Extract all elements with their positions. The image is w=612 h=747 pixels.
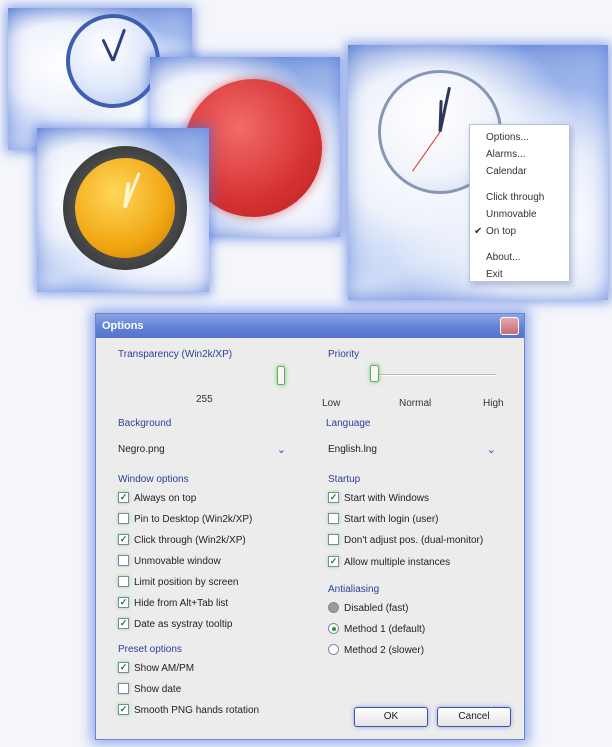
smooth-hands-checkbox[interactable]: ✓ Smooth PNG hands rotation <box>118 703 259 720</box>
menu-separator <box>470 180 569 189</box>
dialog-title: Options <box>96 314 524 338</box>
check-icon: ✓ <box>118 661 129 673</box>
priority-slider-thumb[interactable] <box>370 365 379 382</box>
chevron-down-icon: ⌄ <box>486 444 496 456</box>
hide-alt-tab-checkbox[interactable]: ✓ Hide from Alt+Tab list <box>118 596 228 613</box>
cancel-button[interactable]: Cancel <box>437 707 511 727</box>
close-button[interactable] <box>500 317 519 335</box>
dont-adjust-pos-checkbox[interactable]: Don't adjust pos. (dual-monitor) <box>328 533 483 550</box>
menu-item-unmovable[interactable]: Unmovable <box>470 206 569 223</box>
menu-item-options[interactable]: Options... <box>470 129 569 146</box>
radio-selected-dot <box>332 626 336 631</box>
check-icon: ✓ <box>118 596 129 608</box>
gold-clock-window[interactable] <box>37 128 209 292</box>
start-with-windows-checkbox[interactable]: ✓ Start with Windows <box>328 491 429 508</box>
menu-item-on-top[interactable]: ✔ On top <box>470 223 569 240</box>
start-with-login-checkbox[interactable]: Start with login (user) <box>328 512 438 529</box>
language-label: Language <box>326 418 371 429</box>
limit-position-checkbox[interactable]: Limit position by screen <box>118 575 239 592</box>
gold-clock-face <box>75 158 175 258</box>
check-icon: ✓ <box>328 555 339 567</box>
gold-clock-bezel <box>63 146 187 270</box>
background-select[interactable]: Negro.png ⌄ <box>118 441 286 459</box>
pin-to-desktop-checkbox[interactable]: Pin to Desktop (Win2k/XP) <box>118 512 252 529</box>
ok-button[interactable]: OK <box>354 707 428 727</box>
priority-slider-track[interactable] <box>372 374 496 376</box>
date-tooltip-checkbox[interactable]: ✓ Date as systray tooltip <box>118 617 232 634</box>
antialias-method1-radio[interactable]: Method 1 (default) <box>328 622 425 639</box>
priority-high-label: High <box>483 398 504 409</box>
preset-options-heading: Preset options <box>118 644 182 655</box>
antialias-method2-radio[interactable]: Method 2 (slower) <box>328 643 424 660</box>
clock-context-menu: Options... Alarms... Calendar Click thro… <box>469 124 570 282</box>
menu-item-alarms[interactable]: Alarms... <box>470 146 569 163</box>
chevron-down-icon: ⌄ <box>276 444 286 456</box>
show-date-checkbox[interactable]: Show date <box>118 682 181 699</box>
transparency-slider-thumb[interactable] <box>277 366 285 385</box>
clock-preview-area: Options... Alarms... Calendar Click thro… <box>0 0 612 300</box>
menu-item-exit[interactable]: Exit <box>470 266 569 283</box>
menu-separator <box>470 240 569 249</box>
check-icon: ✓ <box>328 491 339 503</box>
check-icon: ✔ <box>474 226 483 237</box>
unmovable-window-checkbox[interactable]: Unmovable window <box>118 554 221 571</box>
allow-multiple-instances-checkbox[interactable]: ✓ Allow multiple instances <box>328 555 450 572</box>
antialiasing-heading: Antialiasing <box>328 584 380 595</box>
priority-normal-label: Normal <box>399 398 432 409</box>
transparency-value: 255 <box>196 394 213 405</box>
always-on-top-checkbox[interactable]: ✓ Always on top <box>118 491 196 508</box>
check-icon: ✓ <box>118 617 129 629</box>
menu-item-click-through[interactable]: Click through <box>470 189 569 206</box>
menu-item-calendar[interactable]: Calendar <box>470 163 569 180</box>
priority-low-label: Low <box>322 398 341 409</box>
background-value: Negro.png <box>118 444 165 455</box>
show-ampm-checkbox[interactable]: ✓ Show AM/PM <box>118 661 194 678</box>
window-options-heading: Window options <box>118 474 189 485</box>
startup-heading: Startup <box>328 474 361 485</box>
background-label: Background <box>118 418 172 429</box>
click-through-checkbox[interactable]: ✓ Click through (Win2k/XP) <box>118 533 246 550</box>
options-dialog: Options Transparency (Win2k/XP) 255 Prio… <box>95 313 525 740</box>
check-icon: ✓ <box>118 703 129 715</box>
antialias-disabled-radio[interactable]: Disabled (fast) <box>328 601 408 618</box>
menu-item-about[interactable]: About... <box>470 249 569 266</box>
language-value: English.lng <box>328 444 377 455</box>
blue-clock-face <box>66 14 160 108</box>
check-icon: ✓ <box>118 533 129 545</box>
dialog-body: Transparency (Win2k/XP) 255 Priority Low… <box>96 338 524 741</box>
check-icon: ✓ <box>118 491 129 503</box>
priority-label: Priority <box>328 349 360 360</box>
language-select[interactable]: English.lng ⌄ <box>328 441 496 459</box>
transparency-label: Transparency (Win2k/XP) <box>118 349 233 360</box>
